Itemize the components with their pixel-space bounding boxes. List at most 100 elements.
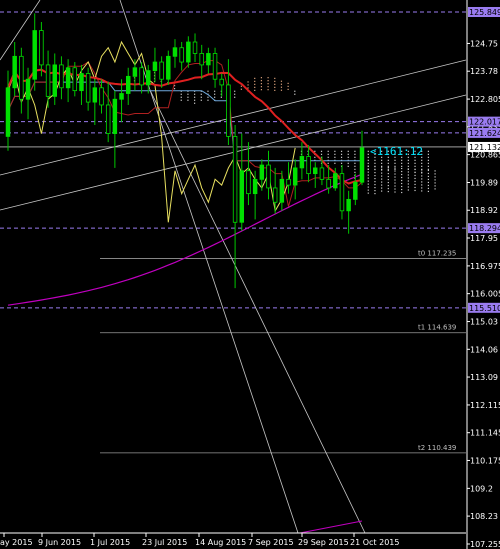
price-tick-label: 111.145 xyxy=(470,429,500,438)
cloud-dot xyxy=(407,159,409,161)
cloud-dot xyxy=(434,173,436,175)
cloud-dot xyxy=(407,174,409,176)
cloud-dot xyxy=(427,169,429,172)
price-badge-label: 121.132 xyxy=(469,143,500,152)
cloud-dot xyxy=(367,189,369,191)
cloud-dot xyxy=(214,96,216,98)
cloud-dot xyxy=(240,88,242,90)
price-chart[interactable]: t0 117.235 t1 114.639 t2 110.439 124.75 123… xyxy=(0,0,500,549)
cloud-dot xyxy=(267,86,269,88)
price-badge-label: 121.624 xyxy=(469,129,500,138)
cloud-dot xyxy=(434,188,436,190)
candle-body xyxy=(266,164,271,189)
price-tick-label: 115.03 xyxy=(470,318,498,327)
cloud-dot xyxy=(294,93,296,95)
candle-body xyxy=(92,87,98,103)
cloud-dot xyxy=(320,153,323,155)
cloud-dot xyxy=(327,162,329,164)
cloud-dot xyxy=(247,81,249,83)
candle-body xyxy=(272,187,278,203)
cloud-dot xyxy=(414,180,416,183)
cloud-dot xyxy=(394,170,396,172)
candle-body xyxy=(286,178,291,186)
cloud-dot xyxy=(314,156,316,158)
candle-body xyxy=(259,164,265,180)
cloud-dot xyxy=(427,172,429,175)
cloud-dot xyxy=(200,99,202,101)
candle-body xyxy=(132,67,138,77)
indicator-lines xyxy=(7,40,363,534)
chart-window[interactable]: t0 117.235 t1 114.639 t2 110.439 124.75 123… xyxy=(0,0,500,549)
cloud-dot xyxy=(247,84,249,86)
candle-body xyxy=(12,55,17,89)
cloud-dot xyxy=(354,171,356,173)
cloud-dot xyxy=(394,168,396,170)
cloud-dot xyxy=(374,180,376,183)
candle-body xyxy=(159,61,164,80)
cloud-dot xyxy=(267,80,269,82)
cloud-dot xyxy=(234,90,236,92)
cloud-dot xyxy=(274,80,276,82)
candle-body xyxy=(299,156,305,169)
cloud-dot xyxy=(214,90,216,92)
cloud-dot xyxy=(254,89,256,91)
candle-body xyxy=(313,167,318,175)
cloud-dot xyxy=(327,150,329,152)
price-tick-label: 113.09 xyxy=(470,373,498,382)
cloud-dot xyxy=(401,170,403,173)
cloud-dot xyxy=(401,191,403,194)
cloud-dot xyxy=(354,150,356,152)
price-tick-label: 117.95 xyxy=(470,234,498,243)
cloud-dot xyxy=(421,178,423,180)
cloud-dot xyxy=(401,176,403,179)
price-badge-label: 125.849 xyxy=(469,8,500,17)
trendline xyxy=(149,89,366,534)
cloud-dot xyxy=(180,93,182,95)
cloud-dot xyxy=(340,153,343,155)
cloud-dot xyxy=(414,159,416,161)
candle-body xyxy=(212,53,218,80)
cloud-dot xyxy=(374,186,376,189)
cloud-dot xyxy=(367,159,369,161)
cloud-dot xyxy=(387,184,389,187)
cloud-dot xyxy=(421,165,423,167)
cloud-dot xyxy=(407,186,409,188)
cloud-dot xyxy=(260,77,263,79)
price-tick-label: 110.175 xyxy=(470,456,500,465)
cloud-dot xyxy=(334,156,336,158)
cloud-dot xyxy=(381,190,383,192)
cloud-dot xyxy=(414,171,416,174)
cloud-dot xyxy=(401,159,403,161)
cloud-dot xyxy=(274,83,276,85)
cloud-dot xyxy=(254,86,256,88)
candlesticks xyxy=(5,13,365,289)
cloud-dot xyxy=(194,99,196,101)
cloud-dot xyxy=(394,162,396,164)
cloud-dot xyxy=(374,177,376,180)
price-tick-label: 112.115 xyxy=(470,401,500,410)
cloud-dot xyxy=(287,82,289,84)
cloud-dot xyxy=(234,96,236,98)
cloud-dot xyxy=(200,93,202,95)
cloud-dot xyxy=(374,168,376,171)
cloud-dot xyxy=(414,174,416,177)
cloud-dot xyxy=(427,181,429,184)
cloud-dot xyxy=(427,175,429,178)
cloud-dot xyxy=(287,88,289,90)
cloud-dot xyxy=(381,184,383,186)
candle-body xyxy=(5,87,11,137)
cloud-dot xyxy=(394,167,396,169)
cloud-dot xyxy=(274,86,276,88)
price-tick-label: 122.805 xyxy=(470,95,500,104)
cloud-dot xyxy=(187,93,189,95)
cloud-dot xyxy=(387,187,389,190)
cloud-dot xyxy=(401,182,403,185)
cloud-dot xyxy=(401,188,403,191)
candle-body xyxy=(72,67,78,92)
candle-body xyxy=(186,41,191,63)
candle-body xyxy=(339,173,345,212)
time-tick-label: ay 2015 xyxy=(0,538,33,547)
cloud-dot xyxy=(407,189,409,191)
cloud-dot xyxy=(347,153,349,155)
cloud-dot xyxy=(374,189,376,192)
